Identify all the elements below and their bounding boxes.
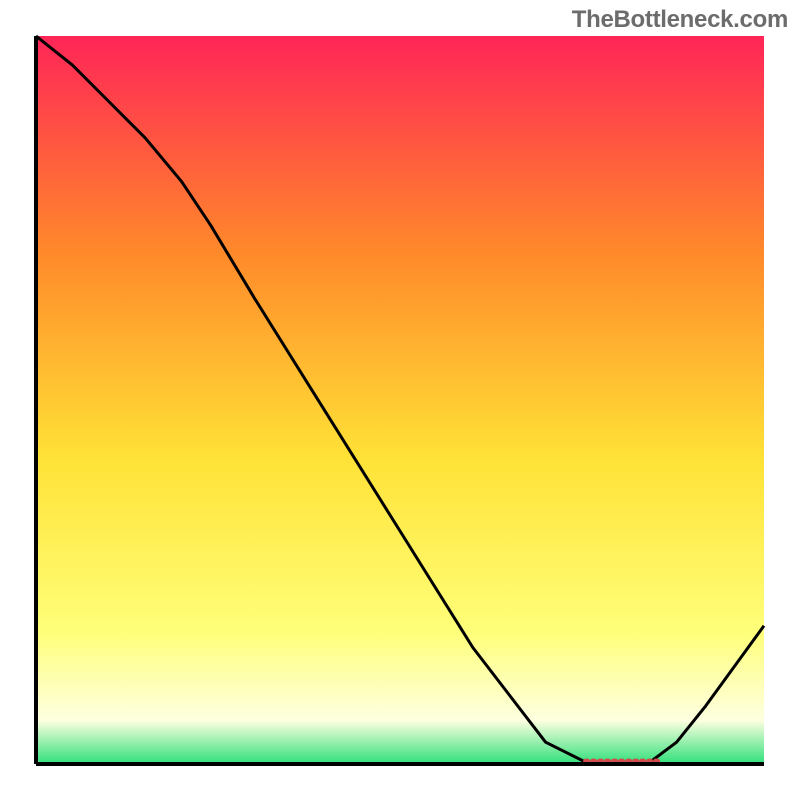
plot-background (36, 36, 764, 764)
bottleneck-chart (0, 0, 800, 800)
chart-container: { "watermark": "TheBottleneck.com", "col… (0, 0, 800, 800)
